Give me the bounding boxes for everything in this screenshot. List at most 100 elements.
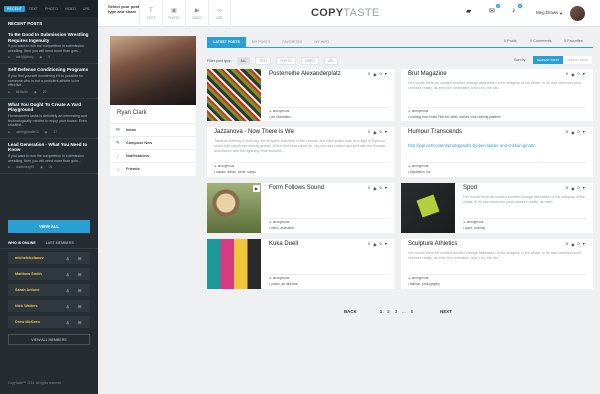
recent-post[interactable]: What You Ought To Create A Yard Playgrou… xyxy=(0,99,98,139)
post-card[interactable]: Humour Transcends 0 ◉ 0 ♥ http://ippl.net/c… xyxy=(401,127,593,177)
add-friend-icon[interactable]: ♙ xyxy=(66,304,70,309)
sidebar-tab-url[interactable]: URL xyxy=(80,6,93,12)
recent-post-title[interactable]: What You Ought To Create A Yard Playgrou… xyxy=(8,102,90,113)
post-tags[interactable]: video, animation xyxy=(271,226,294,230)
tab-who-is-online[interactable]: WHO IS ONLINE xyxy=(8,241,36,245)
post-title[interactable]: Sculpture Athletics xyxy=(408,241,457,247)
message-icon[interactable]: ✉ xyxy=(78,320,81,325)
post-author[interactable]: anonymous xyxy=(412,164,428,168)
avatar[interactable] xyxy=(570,6,585,21)
sidebar-tab-photo[interactable]: PHOTO xyxy=(42,6,61,12)
play-icon[interactable]: ▶ xyxy=(253,185,260,192)
tab-last-members[interactable]: LAST MEMBERS xyxy=(46,241,74,245)
sort-newest-button[interactable]: NEWEST FIRST xyxy=(533,56,564,64)
recent-post-title[interactable]: Self-Defense Conditioning Programs xyxy=(8,67,90,73)
filter-all[interactable]: ALL xyxy=(236,57,251,65)
post-author[interactable]: anonymous xyxy=(273,109,289,113)
member-name[interactable]: Drew McKeen xyxy=(15,320,40,324)
member-name[interactable]: Nick Walters xyxy=(15,304,38,308)
recent-post[interactable]: Self-Defense Conditioning Programs If yo… xyxy=(0,64,98,99)
page-link[interactable]: 1 xyxy=(380,309,382,314)
post-title[interactable]: Sport xyxy=(463,185,477,191)
heart-icon[interactable]: ♥ xyxy=(385,72,387,77)
post-tags[interactable]: sport, running xyxy=(465,226,485,230)
add-friend-icon[interactable]: ♙ xyxy=(66,256,70,261)
recent-post-title[interactable]: Lead Generation - What You Need to Know xyxy=(8,142,90,153)
recent-post-author[interactable]: dudecrazy49 xyxy=(16,165,34,169)
sidebar-tab-text[interactable]: TEXT xyxy=(26,6,41,12)
heart-icon[interactable]: ♥ xyxy=(583,130,585,135)
profile-photo[interactable] xyxy=(110,36,196,105)
post-card[interactable]: Kuka Duell 0 ◉ 0 ♥ ♙ anonymous ▪ poster, art… xyxy=(207,239,395,289)
back-button[interactable]: BACK xyxy=(344,309,357,314)
member-row[interactable]: Matthew Smith ♙ ✉ xyxy=(8,268,90,280)
recent-post[interactable]: To Be Good In Submission Wrestling Requi… xyxy=(0,29,98,65)
profile-name[interactable]: Ryan Clark xyxy=(117,110,147,116)
next-button[interactable]: NEXT xyxy=(440,309,452,314)
post-tags[interactable]: poster, art direction xyxy=(271,282,298,286)
menu-notifications[interactable]: ♪ Notifications xyxy=(110,149,196,162)
recent-post-author[interactable]: lid4bu2e xyxy=(16,90,28,94)
post-card[interactable]: Jazzanova - Now There is We 0 ◉ 0 ♥ Towards… xyxy=(207,127,395,177)
post-tags[interactable]: art, illustration xyxy=(271,115,291,119)
message-icon[interactable]: ✉ xyxy=(78,304,81,309)
bell-icon[interactable]: ♪ xyxy=(512,7,516,14)
type-video-button[interactable]: ▶ VIDEO xyxy=(185,0,208,27)
post-title[interactable]: Humour Transcends xyxy=(408,129,462,135)
post-author[interactable]: anonymous xyxy=(218,164,234,168)
post-author[interactable]: anonymous xyxy=(412,109,428,113)
heart-icon[interactable]: ♥ xyxy=(583,72,585,77)
post-title[interactable]: Kuka Duell xyxy=(269,241,298,247)
member-name[interactable]: Matthew Smith xyxy=(15,272,42,276)
post-title[interactable]: Brut Magazine xyxy=(408,71,447,77)
post-tags[interactable]: fashion, photography xyxy=(410,282,440,286)
heart-icon[interactable]: ♥ xyxy=(385,130,387,135)
recent-post-author[interactable]: carringtonalle13 xyxy=(16,130,39,134)
post-title[interactable]: Posterreihe Alexanderplatz xyxy=(269,71,341,77)
post-author[interactable]: anonymous xyxy=(412,276,428,280)
view-all-button[interactable]: VIEW ALL xyxy=(8,220,90,233)
user-name[interactable]: Meg Draws xyxy=(536,10,558,15)
menu-friends[interactable]: ☺ Friends xyxy=(110,162,196,175)
post-tags[interactable]: clothing from Hollis Fine Art, label, cl… xyxy=(410,115,501,119)
member-row[interactable]: Drew McKeen ♙ ✉ xyxy=(8,316,90,328)
tab-my-posts[interactable]: MY POSTS xyxy=(246,37,277,47)
post-card[interactable]: Posterreihe Alexanderplatz 0 ◉ 0 ♥ ♙ anonym… xyxy=(207,69,395,121)
post-author[interactable]: anonymous xyxy=(467,220,483,224)
tab-latest-posts[interactable]: LATEST POSTS xyxy=(207,37,246,47)
view-all-members-button[interactable]: VIEW ALL MEMBERS xyxy=(8,334,90,345)
sidebar-tab-recent[interactable]: RECENT xyxy=(4,5,25,12)
post-link[interactable]: http://ippl.net/content/photographs-by-b… xyxy=(408,143,588,148)
post-tags[interactable]: inspiration, ink xyxy=(410,170,430,174)
filter-photo[interactable]: PHOTO xyxy=(276,57,296,65)
heart-icon[interactable]: ♥ xyxy=(385,186,387,191)
type-text-button[interactable]: T TEXT xyxy=(139,0,162,27)
inbox-icon[interactable]: ✉ xyxy=(489,7,495,15)
post-thumbnail[interactable] xyxy=(401,183,455,233)
post-title[interactable]: Jazzanova - Now There is We xyxy=(214,129,294,135)
post-card[interactable]: Sculpture Athletics 0 ◉ 0 ♥ Her mouth there… xyxy=(401,239,593,289)
post-card[interactable]: ▶ Form Follows Sound 0 ◉ 0 ♥ ♙ anonymous ▪ v… xyxy=(207,183,395,233)
tab-favorites[interactable]: FAVORITES xyxy=(276,37,308,47)
post-title[interactable]: Form Follows Sound xyxy=(269,185,324,191)
filter-video[interactable]: VIDEO xyxy=(300,57,319,65)
recent-post-title[interactable]: To Be Good In Submission Wrestling Requi… xyxy=(8,32,90,43)
chevron-down-icon[interactable]: ▼ xyxy=(559,11,563,16)
post-author[interactable]: anonymous xyxy=(273,276,289,280)
post-author[interactable]: anonymous xyxy=(273,220,289,224)
add-friend-icon[interactable]: ♙ xyxy=(66,320,70,325)
post-tags[interactable]: classic, album, cover, songs xyxy=(216,170,256,174)
filter-text[interactable]: TEXT xyxy=(255,57,272,65)
heart-icon[interactable]: ♥ xyxy=(583,242,585,247)
heart-icon[interactable]: ♥ xyxy=(385,242,387,247)
post-card[interactable]: Brut Magazine 0 ◉ 0 ♥ Her mouth there be om… xyxy=(401,69,593,121)
sort-oldest-button[interactable]: OLDEST FIRST xyxy=(563,56,593,64)
menu-compose[interactable]: ✎ Compose New xyxy=(110,136,196,149)
member-name[interactable]: Sarah Antone xyxy=(15,288,40,292)
type-url-button[interactable]: ∞ URL xyxy=(208,0,231,27)
sidebar-tab-video[interactable]: VIDEO xyxy=(62,6,79,12)
type-photo-button[interactable]: ▣ PHOTO xyxy=(162,0,185,27)
chat-icon[interactable]: ▰ xyxy=(466,7,471,15)
logo[interactable]: COPYTASTE xyxy=(311,7,380,19)
recent-post-author[interactable]: ida4@jimmy xyxy=(16,55,34,59)
